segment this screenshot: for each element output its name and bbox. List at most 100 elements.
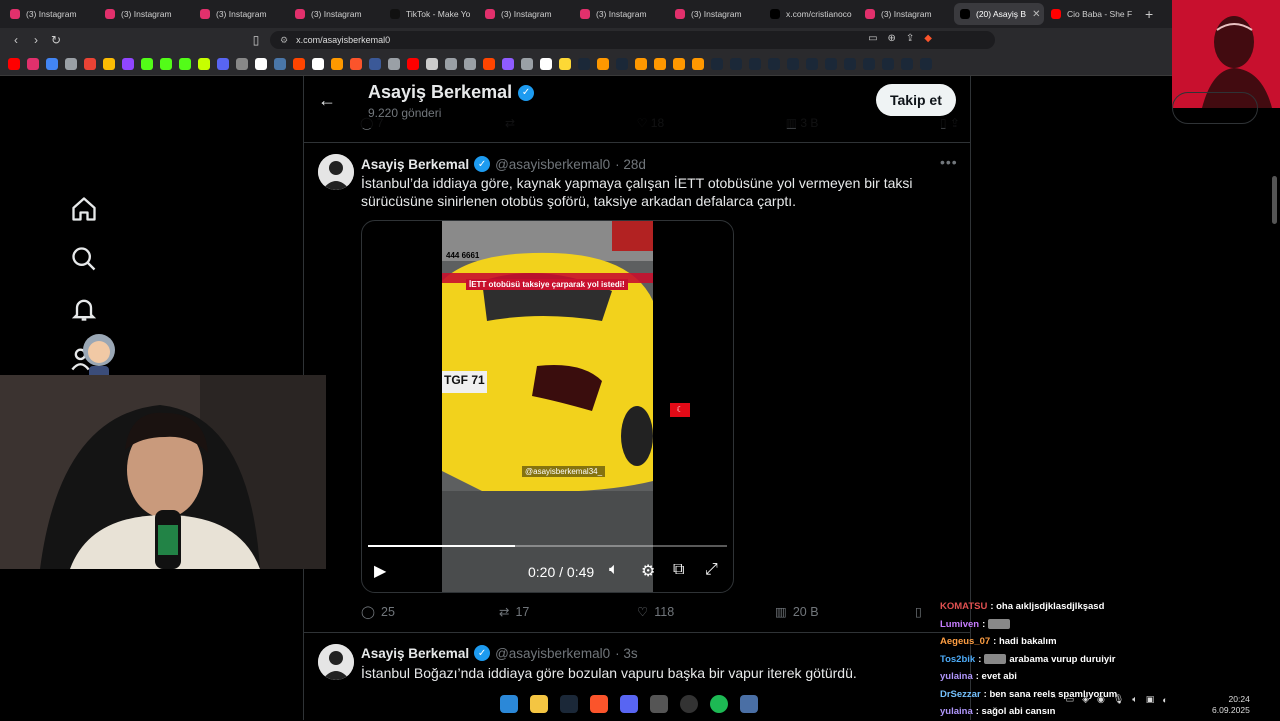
search-pill[interactable]	[1172, 92, 1258, 124]
bookmark-favicon-icon[interactable]	[540, 57, 552, 70]
bookmark-button[interactable]: ▯	[915, 604, 922, 619]
tweet-time[interactable]: · 28d	[615, 157, 646, 172]
bookmark-favicon-icon[interactable]	[673, 57, 685, 70]
bookmark-favicon-icon[interactable]	[882, 57, 894, 70]
chevron-up-icon[interactable]: ⌃	[1050, 694, 1058, 705]
video-player[interactable]: İETT otobüsü taksiye çarparak yol istedi…	[361, 220, 734, 593]
cast-icon[interactable]: ▭	[868, 33, 877, 44]
bookmark-favicon-icon[interactable]	[711, 57, 723, 70]
brave-shield-icon[interactable]: ◆	[924, 33, 932, 44]
bell-icon[interactable]	[70, 295, 98, 323]
bookmark-favicon-icon[interactable]	[312, 57, 324, 70]
windows-start-icon[interactable]	[500, 695, 518, 713]
app-icon[interactable]	[650, 695, 668, 713]
like-button[interactable]: ♡ 118	[637, 604, 775, 620]
bookmark-favicon-icon[interactable]	[768, 57, 780, 70]
battery-icon[interactable]: ▭	[1066, 694, 1075, 705]
browser-tab[interactable]: (3) Instagram	[479, 3, 573, 25]
browser-tab[interactable]: (3) Instagram	[669, 3, 763, 25]
bookmark-favicon-icon[interactable]	[255, 57, 267, 70]
play-icon[interactable]: ▶	[374, 561, 386, 581]
home-icon[interactable]	[70, 195, 98, 223]
file-explorer-icon[interactable]	[530, 695, 548, 713]
browser-tab[interactable]: (3) Instagram	[574, 3, 668, 25]
more-options-icon[interactable]: •••	[940, 154, 958, 170]
network-icon[interactable]: ◐	[1162, 695, 1167, 705]
zoom-icon[interactable]: ⊕	[888, 33, 896, 44]
page-scrollbar[interactable]	[1272, 176, 1277, 224]
mic-icon[interactable]: 🎙︎	[1113, 694, 1124, 705]
speaker-icon[interactable]: 🔈︎	[1132, 694, 1137, 705]
browser-tab[interactable]: (3) Instagram	[194, 3, 288, 25]
browser-tab[interactable]: (3) Instagram	[99, 3, 193, 25]
bookmark-favicon-icon[interactable]	[27, 57, 39, 70]
system-clock[interactable]: 20:24 6.09.2025	[1212, 694, 1250, 716]
bookmark-favicon-icon[interactable]	[806, 57, 818, 70]
bookmark-favicon-icon[interactable]	[635, 57, 647, 70]
fullscreen-icon[interactable]: ⤢	[705, 561, 718, 579]
bookmark-favicon-icon[interactable]	[198, 57, 210, 70]
bookmark-favicon-icon[interactable]	[8, 57, 20, 70]
bookmark-favicon-icon[interactable]	[844, 57, 856, 70]
reload-icon[interactable]: ↻	[46, 33, 66, 47]
bookmark-favicon-icon[interactable]	[901, 57, 913, 70]
settings-icon[interactable]: ⚙	[641, 561, 655, 581]
bookmark-favicon-icon[interactable]	[388, 57, 400, 70]
bookmark-favicon-icon[interactable]	[559, 57, 571, 70]
tweet-author-name[interactable]: Asayiş Berkemal	[361, 157, 469, 172]
bookmark-favicon-icon[interactable]	[274, 57, 286, 70]
browser-tab[interactable]: (20) Asayiş B ✕	[954, 3, 1044, 25]
video-progress-bar[interactable]	[368, 545, 727, 547]
display-icon[interactable]: ▣	[1146, 694, 1155, 705]
bookmark-favicon-icon[interactable]	[863, 57, 875, 70]
bookmark-favicon-icon[interactable]	[179, 57, 191, 70]
browser-tab[interactable]: TikTok - Make Yo	[384, 3, 478, 25]
steam-tray-icon[interactable]: ◉	[1097, 694, 1105, 705]
bookmark-favicon-icon[interactable]	[46, 57, 58, 70]
browser-tab[interactable]: (3) Instagram	[289, 3, 383, 25]
bookmark-favicon-icon[interactable]	[293, 57, 305, 70]
tweet-handle[interactable]: @asayisberkemal0	[495, 157, 610, 172]
bookmark-favicon-icon[interactable]	[616, 57, 628, 70]
views-button[interactable]: ▥ 20 B	[775, 604, 913, 620]
network-app-icon[interactable]	[740, 695, 758, 713]
bookmark-favicon-icon[interactable]	[331, 57, 343, 70]
bookmark-favicon-icon[interactable]	[654, 57, 666, 70]
follow-button[interactable]: Takip et	[876, 84, 956, 116]
steam-icon[interactable]	[560, 695, 578, 713]
share-icon[interactable]: ⇪	[906, 33, 914, 44]
pip-icon[interactable]: ⧉	[673, 561, 684, 579]
bookmark-favicon-icon[interactable]	[369, 57, 381, 70]
bookmark-favicon-icon[interactable]	[103, 57, 115, 70]
bookmark-favicon-icon[interactable]	[787, 57, 799, 70]
browser-tab[interactable]: (3) Instagram	[859, 3, 953, 25]
bookmark-favicon-icon[interactable]	[920, 57, 932, 70]
browser-tab[interactable]: x.com/cristianoco	[764, 3, 858, 25]
bookmark-favicon-icon[interactable]	[426, 57, 438, 70]
bookmark-favicon-icon[interactable]	[122, 57, 134, 70]
bookmark-page-icon[interactable]: ▯	[246, 33, 266, 47]
bookmark-favicon-icon[interactable]	[730, 57, 742, 70]
bookmark-favicon-icon[interactable]	[141, 57, 153, 70]
shield-icon[interactable]: ◈	[1082, 694, 1089, 705]
bookmark-favicon-icon[interactable]	[464, 57, 476, 70]
tweet-author-name[interactable]: Asayiş Berkemal	[361, 646, 469, 661]
bookmark-favicon-icon[interactable]	[160, 57, 172, 70]
bookmark-favicon-icon[interactable]	[407, 57, 419, 70]
discord-icon[interactable]	[620, 695, 638, 713]
bookmark-favicon-icon[interactable]	[749, 57, 761, 70]
browser-tab[interactable]: (3) Instagram	[4, 3, 98, 25]
tweet-handle[interactable]: @asayisberkemal0	[495, 646, 610, 661]
bookmark-favicon-icon[interactable]	[692, 57, 704, 70]
bookmark-favicon-icon[interactable]	[578, 57, 590, 70]
tweet-avatar[interactable]	[318, 644, 354, 680]
search-icon[interactable]	[70, 245, 98, 273]
tweet-avatar[interactable]	[318, 154, 354, 190]
spotify-icon[interactable]	[710, 695, 728, 713]
bookmark-favicon-icon[interactable]	[65, 57, 77, 70]
repost-button[interactable]: ⇄ 17	[499, 604, 637, 620]
brave-icon[interactable]	[590, 695, 608, 713]
new-tab-button[interactable]: +	[1145, 6, 1153, 22]
reply-button[interactable]: ◯ 25	[361, 604, 499, 620]
bookmark-favicon-icon[interactable]	[217, 57, 229, 70]
